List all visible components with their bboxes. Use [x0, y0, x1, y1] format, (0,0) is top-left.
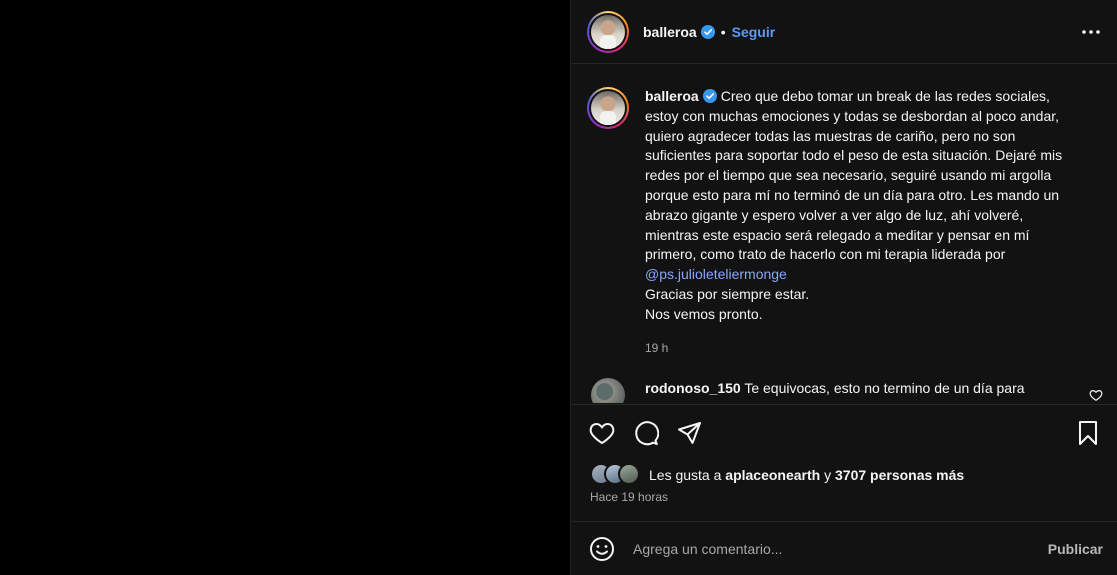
likes-prefix: Les gusta a [649, 467, 722, 483]
caption-line: porque esto para mí no terminó de un día… [645, 186, 1060, 203]
post-viewer: balleroa • Seguir balleroa Creo que debo… [0, 0, 1117, 575]
commenter-username[interactable]: rodonoso_150 [645, 380, 741, 396]
caption-closing: Nos vemos pronto. [645, 305, 763, 322]
comment-text: Te equivocas, esto no termino de un día … [744, 380, 1025, 396]
caption-closing: Gracias por siempre estar. [645, 285, 810, 302]
comment-input[interactable] [633, 540, 1048, 557]
separator-dot: • [720, 23, 726, 40]
likes-text: Les gusta a aplaceonearth y 3707 persona… [649, 467, 964, 483]
caption-line: Creo que debo tomar un break de las rede… [720, 88, 1050, 104]
avatar-image [591, 91, 625, 125]
caption-timestamp[interactable]: 19 h [645, 341, 1085, 355]
likes-count[interactable]: 3707 personas más [835, 467, 964, 483]
post-header: balleroa • Seguir [571, 0, 1117, 64]
commenter-avatar[interactable] [591, 378, 625, 403]
avatar-frame [589, 12, 627, 51]
verified-icon [702, 89, 717, 103]
caption-line: quiero agradecer todas las muestras de c… [645, 127, 1016, 144]
avatar-image [591, 14, 625, 49]
post-side-panel: balleroa • Seguir balleroa Creo que debo… [570, 0, 1117, 575]
caption-line: mientras este espacio será relegado a me… [645, 226, 1030, 243]
author-username[interactable]: balleroa [643, 24, 697, 40]
likes-conjunction: y [824, 467, 832, 483]
likes-summary[interactable]: Les gusta a aplaceonearth y 3707 persona… [590, 462, 1101, 488]
author-avatar[interactable] [587, 10, 629, 53]
liker-avatars [590, 463, 644, 487]
liker-avatar [618, 463, 640, 485]
caption-author-avatar[interactable] [587, 87, 629, 129]
send-icon[interactable] [677, 420, 703, 446]
caption-line: abrazo gigante y espero volver a ver alg… [645, 206, 1024, 223]
bookmark-icon[interactable] [1075, 420, 1101, 446]
publish-button[interactable]: Publicar [1048, 541, 1103, 557]
post-caption: balleroa Creo que debo tomar un break de … [587, 87, 1103, 355]
comment-icon[interactable] [633, 420, 659, 446]
post-media[interactable] [0, 0, 570, 575]
post-timestamp[interactable]: Hace 19 horas [590, 490, 668, 504]
more-options-icon[interactable] [1079, 20, 1103, 44]
liker-username[interactable]: aplaceonearth [725, 467, 820, 483]
mention-link[interactable]: @ps.julioleteliermonge [645, 266, 787, 282]
verified-icon [700, 24, 715, 39]
caption-body: balleroa Creo que debo tomar un break de … [645, 87, 1085, 325]
emoji-icon[interactable] [589, 536, 615, 562]
comment-text-row: rodonoso_150 Te equivocas, esto no termi… [645, 378, 1075, 403]
post-actions [571, 404, 1117, 460]
caption-text-column: balleroa Creo que debo tomar un break de … [645, 87, 1085, 355]
add-comment-bar: Publicar [571, 521, 1117, 575]
caption-line: primero, como trato de hacerlo con mi te… [645, 246, 1006, 263]
comment-like-icon[interactable] [1089, 388, 1105, 403]
caption-line: redes por el tiempo que sea necesario, s… [645, 167, 1052, 184]
caption-line: suficientes para soportar todo el peso d… [645, 147, 1063, 164]
comment-item: rodonoso_150 Te equivocas, esto no termi… [587, 378, 1107, 403]
follow-button[interactable]: Seguir [732, 24, 776, 40]
avatar-frame [589, 89, 627, 127]
heart-icon[interactable] [589, 420, 615, 446]
caption-username[interactable]: balleroa [645, 88, 699, 104]
caption-line: estoy con muchas emociones y todas se de… [645, 107, 1060, 124]
comments-scroll-area[interactable]: balleroa Creo que debo tomar un break de … [571, 65, 1117, 403]
